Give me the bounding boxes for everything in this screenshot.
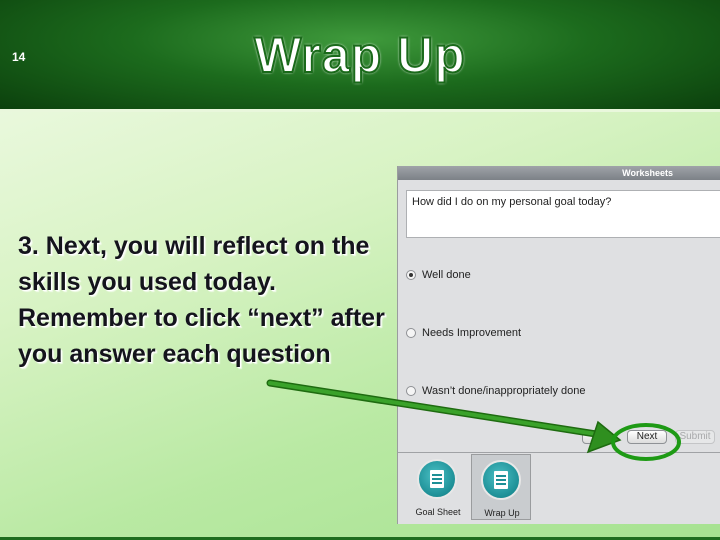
worksheet-icon (417, 459, 457, 499)
previous-button[interactable] (582, 430, 608, 444)
option-well-done[interactable]: Well done (406, 269, 471, 281)
submit-button[interactable]: Submit (675, 430, 715, 444)
slide-title: Wrap Up (253, 26, 466, 84)
tab-label: Wrap Up (484, 508, 520, 518)
option-label: Well done (422, 269, 471, 281)
worksheet-icon (481, 460, 521, 500)
worksheets-window: Worksheets How did I do on my personal g… (397, 166, 720, 524)
instruction-text: 3. Next, you will reflect on the skills … (18, 232, 385, 368)
question-text: How did I do on my personal goal today? (406, 190, 720, 238)
slide-header: 14 Wrap Up (0, 0, 720, 112)
option-needs-improvement[interactable]: Needs Improvement (406, 327, 521, 339)
tab-bar: Goal Sheet Wrap Up (403, 454, 720, 522)
slide-number: 14 (12, 50, 26, 64)
tab-label: Goal Sheet (415, 507, 461, 517)
radio-button[interactable] (406, 386, 416, 396)
window-title: Worksheets (398, 166, 720, 180)
radio-button[interactable] (406, 328, 416, 338)
tab-wrap-up[interactable]: Wrap Up (471, 454, 531, 520)
slide: 14 Wrap Up 3. Next, you will reflect on … (0, 0, 720, 540)
divider (398, 452, 720, 453)
option-label: Wasn’t done/inappropriately done (422, 385, 586, 397)
tab-goal-sheet[interactable]: Goal Sheet (408, 454, 468, 520)
radio-button-selected[interactable] (406, 270, 416, 280)
option-label: Needs Improvement (422, 327, 522, 339)
next-button[interactable]: Next (627, 430, 667, 444)
option-wasnt-done[interactable]: Wasn’t done/inappropriately done (406, 385, 585, 397)
